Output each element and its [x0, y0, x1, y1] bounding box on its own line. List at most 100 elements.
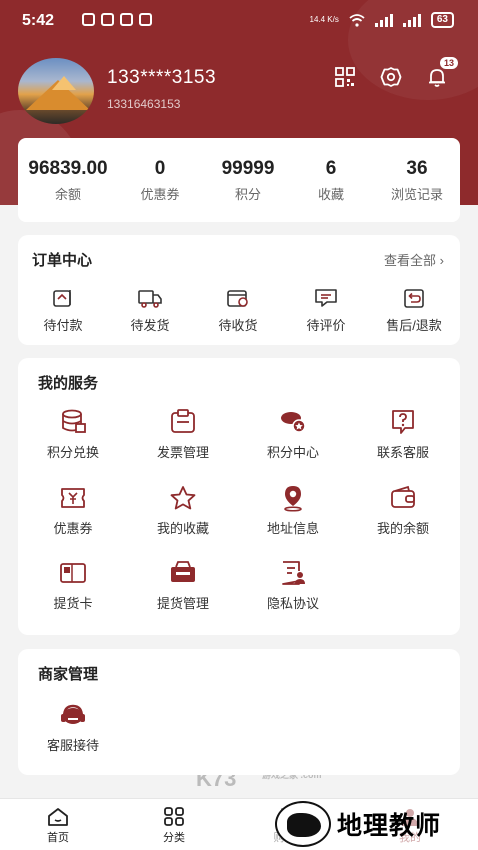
star-icon [170, 486, 196, 510]
order-center-title: 订单中心 [32, 252, 93, 269]
chevron-right-icon: › [439, 253, 444, 268]
service-label: 我的余额 [376, 521, 429, 536]
basket-icon [171, 561, 195, 582]
nav-home[interactable]: 首页 [18, 807, 98, 845]
service-label: 地址信息 [266, 521, 319, 536]
view-all-orders-link[interactable]: 查看全部 › [384, 250, 444, 269]
package-clock-icon [227, 290, 248, 307]
merchant-title: 商家管理 [38, 666, 99, 683]
order-label: 待收货 [218, 318, 258, 333]
stat-value: 36 [406, 158, 428, 179]
service-label: 客服接待 [46, 738, 99, 753]
header-actions: 13 [334, 57, 459, 88]
headset-icon [61, 704, 85, 724]
stat-label: 余额 [54, 187, 81, 202]
watermark: 地理教师 [275, 800, 475, 848]
coins-icon [62, 409, 86, 433]
signal-icon [402, 13, 421, 27]
qr-code-icon[interactable] [334, 66, 356, 88]
order-center-card: 订单中心 查看全部 › 待付款 待发货 待收货 待评价 售后/退款 [18, 235, 460, 345]
stat-label: 优惠券 [140, 187, 180, 202]
help-icon [392, 410, 414, 434]
service-points-center[interactable]: 积分中心 [238, 408, 348, 461]
stat-value: 99999 [221, 158, 275, 179]
stat-balance[interactable]: 96839.00 余额 [18, 158, 118, 203]
app-notification-icon [120, 13, 133, 26]
order-pending-receipt[interactable]: 待收货 [198, 287, 278, 334]
stat-coupons[interactable]: 0 优惠券 [125, 158, 195, 203]
stat-favorites[interactable]: 6 收藏 [296, 158, 366, 203]
service-label: 发票管理 [156, 445, 209, 460]
user-name[interactable]: 133****3153 [107, 67, 216, 89]
service-label: 隐私协议 [266, 596, 319, 611]
order-label: 待发货 [130, 318, 170, 333]
stat-history[interactable]: 36 浏览记录 [380, 158, 454, 203]
wallet-pending-icon [53, 290, 71, 307]
status-time: 5:42 [22, 12, 55, 29]
view-all-label: 查看全部 [384, 253, 437, 268]
order-pending-payment[interactable]: 待付款 [23, 287, 103, 334]
services-title: 我的服务 [38, 375, 99, 392]
service-favorites[interactable]: 我的收藏 [128, 484, 238, 537]
service-customer-reception[interactable]: 客服接待 [18, 701, 128, 754]
service-contact-support[interactable]: 联系客服 [348, 408, 458, 461]
order-pending-shipment[interactable]: 待发货 [110, 287, 190, 334]
service-invoice[interactable]: 发票管理 [128, 408, 238, 461]
stat-label: 积分 [234, 187, 261, 202]
stat-value: 0 [154, 158, 166, 179]
stat-points[interactable]: 99999 积分 [208, 158, 288, 203]
user-phone: 13316463153 [107, 97, 181, 111]
service-privacy-policy[interactable]: 隐私协议 [238, 559, 348, 612]
order-label: 待付款 [43, 318, 83, 333]
points-center-icon [281, 412, 306, 433]
service-address[interactable]: 地址信息 [238, 484, 348, 537]
stat-value: 96839.00 [28, 158, 108, 179]
order-label: 售后/退款 [386, 318, 442, 333]
service-pickup-card[interactable]: 提货卡 [18, 559, 128, 612]
watermark-text: 地理教师 [337, 811, 442, 840]
refund-icon [404, 289, 424, 308]
avatar[interactable] [18, 58, 94, 124]
gear-icon[interactable] [380, 66, 402, 88]
service-balance[interactable]: 我的余额 [348, 484, 458, 537]
status-bar: 5:42 14.4 K/s 63 [0, 0, 478, 44]
my-services-card: 我的服务 积分兑换 发票管理 积分中心 联系客服 优惠券 我的收藏 地址信息 我… [18, 358, 460, 791]
location-icon [284, 486, 302, 512]
watermark-logo [275, 801, 331, 847]
stat-value: 6 [325, 158, 337, 179]
service-label: 积分兑换 [46, 445, 99, 460]
service-label: 提货管理 [156, 596, 209, 611]
service-label: 我的收藏 [156, 521, 209, 536]
status-notification-icons [82, 13, 152, 26]
bell-icon [429, 69, 445, 87]
nav-label: 分类 [163, 832, 185, 844]
service-pickup-management[interactable]: 提货管理 [128, 559, 238, 612]
service-label: 优惠券 [53, 521, 93, 536]
privacy-icon [282, 561, 305, 585]
wallet-icon [391, 485, 415, 508]
net-speed: 14.4 K/s [309, 15, 339, 24]
service-points-exchange[interactable]: 积分兑换 [18, 408, 128, 461]
service-label: 提货卡 [53, 596, 93, 611]
merchant-management-card: 商家管理 客服接待 [18, 649, 460, 775]
status-right: 14.4 K/s 63 [310, 12, 454, 28]
comment-icon [315, 289, 337, 307]
card-icon [60, 563, 86, 583]
home-icon [48, 808, 68, 826]
invoice-icon [171, 409, 195, 433]
order-pending-review[interactable]: 待评价 [286, 287, 366, 334]
app-notification-icon [101, 13, 114, 26]
stat-label: 收藏 [317, 187, 344, 202]
service-label: 联系客服 [376, 445, 429, 460]
notification-button[interactable]: 13 [426, 57, 459, 88]
notification-badge: 13 [440, 57, 459, 69]
order-refund[interactable]: 售后/退款 [374, 287, 454, 334]
battery-indicator: 63 [430, 12, 454, 28]
stat-label: 浏览记录 [390, 187, 443, 202]
service-coupons[interactable]: 优惠券 [18, 484, 128, 537]
app-notification-icon [82, 13, 95, 26]
nav-category[interactable]: 分类 [134, 807, 214, 845]
order-label: 待评价 [306, 318, 346, 333]
truck-icon [138, 290, 162, 308]
coupon-icon [61, 488, 85, 508]
